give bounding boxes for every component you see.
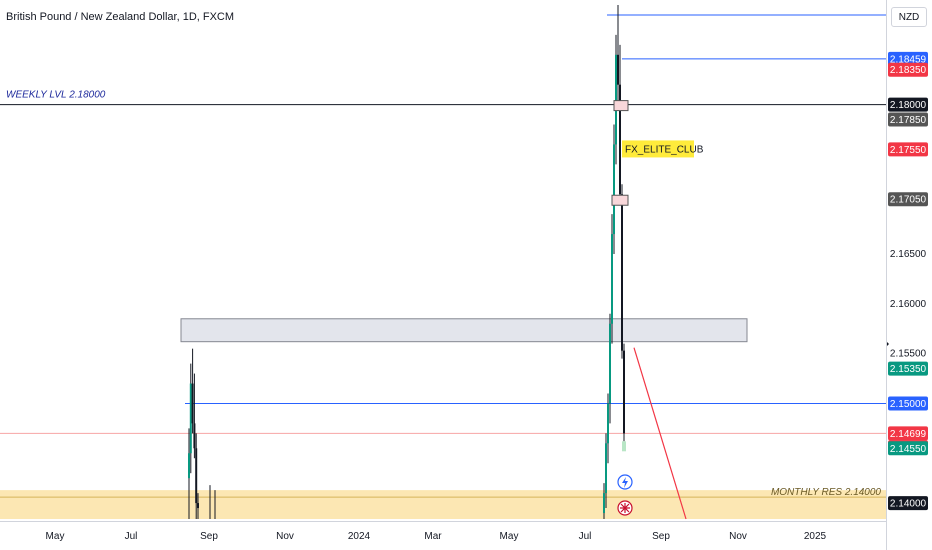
price-label-text: 2.18350	[890, 65, 927, 76]
fx-tag-text: FX_ELITE_CLUB	[625, 144, 704, 155]
early-candle-body	[191, 383, 194, 424]
y-tick-label: 2.16500	[890, 249, 927, 260]
recent-candle-body	[621, 194, 623, 351]
price-chart[interactable]: WEEKLY LVL 2.18000 MONTHLY RES 2.14000 FX_…	[0, 0, 932, 550]
y-tick-label: 2.15500	[890, 349, 927, 360]
early-candle-body	[188, 453, 190, 479]
recent-candle-body	[607, 403, 609, 444]
monthly-level-label: MONTHLY RES 2.14000	[771, 487, 881, 498]
recent-candle-body	[615, 54, 617, 145]
uk-flag-icon	[617, 500, 633, 516]
x-tick-label: Sep	[652, 531, 670, 542]
x-tick-label: Jul	[125, 531, 138, 542]
early-candle-body	[195, 448, 198, 504]
y-tick-label: 2.16000	[890, 299, 927, 310]
price-label-text: 2.17850	[890, 115, 927, 126]
price-label-text: 2.17050	[890, 195, 927, 206]
price-label-text: 2.14550	[890, 444, 927, 455]
price-label-text: 2.14699	[890, 429, 927, 440]
recent-candle-body	[603, 493, 605, 514]
x-tick-label: 2025	[804, 531, 827, 542]
early-candle-body	[193, 423, 196, 449]
chart-title: British Pound / New Zealand Dollar, 1D, …	[6, 11, 235, 23]
price-label-text: 2.15000	[890, 399, 927, 410]
resistance-zone	[180, 318, 748, 343]
monthly-zone	[0, 490, 886, 520]
price-label-text: 2.18000	[890, 100, 927, 111]
early-candle-body	[189, 383, 192, 454]
x-tick-label: 2024	[348, 531, 371, 542]
price-label-text: 2.15350	[890, 364, 927, 375]
x-tick-label: Mar	[424, 531, 442, 542]
price-axis-divider	[886, 0, 887, 550]
level-marker	[611, 194, 629, 206]
early-candle-body	[197, 503, 199, 509]
weekly-level-label: WEEKLY LVL 2.18000	[6, 90, 106, 101]
price-label-text: 2.14000	[890, 499, 927, 510]
x-tick-label: May	[500, 531, 519, 542]
time-axis-divider	[0, 521, 886, 522]
uk-flag-icon-cross	[620, 503, 630, 513]
recent-candle-body	[623, 350, 625, 434]
recent-candle-body	[613, 144, 615, 235]
recent-candle-body	[617, 54, 619, 85]
level-marker	[613, 100, 629, 112]
price-label-text: 2.17550	[890, 145, 927, 156]
recent-candle-body	[605, 443, 607, 494]
x-tick-label: Nov	[729, 531, 747, 542]
x-tick-label: May	[46, 531, 65, 542]
x-tick-label: Sep	[200, 531, 218, 542]
lightning-icon	[617, 474, 633, 490]
latest-volume-marker	[622, 441, 626, 452]
recent-candle-body	[609, 323, 611, 404]
x-tick-label: Jul	[579, 531, 592, 542]
currency-button[interactable]: NZD	[891, 7, 927, 27]
recent-candle-body	[611, 234, 613, 324]
x-tick-label: Nov	[276, 531, 294, 542]
